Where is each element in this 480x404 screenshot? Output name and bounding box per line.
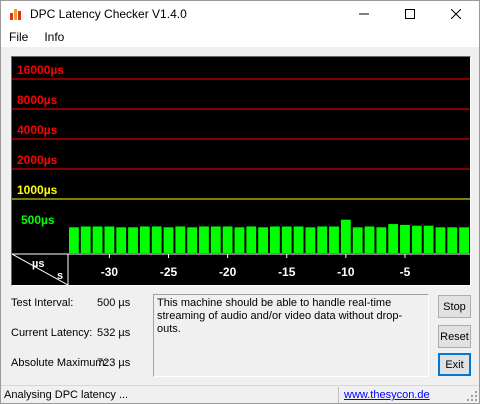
latency-bar xyxy=(459,227,469,253)
x-tick-label: -25 xyxy=(160,265,178,279)
latency-bar xyxy=(187,227,198,253)
menu-bar: File Info xyxy=(1,27,479,47)
menu-file[interactable]: File xyxy=(1,27,36,47)
latency-bar xyxy=(104,226,115,253)
latency-bar xyxy=(329,226,339,253)
latency-bar xyxy=(80,226,91,253)
minimize-icon xyxy=(359,13,369,15)
latency-bar xyxy=(352,227,363,253)
absolute-maximum-value: 723 µs xyxy=(97,357,131,369)
maximize-button[interactable] xyxy=(387,1,433,27)
latency-bar xyxy=(411,225,422,253)
exit-button[interactable]: Exit xyxy=(438,353,471,376)
app-window: DPC Latency Checker V1.4.0 File Info 160… xyxy=(0,0,480,404)
latency-bar xyxy=(210,226,221,253)
app-logo-icon xyxy=(10,9,21,20)
latency-chart: 16000µs 8000µs 4000µs 2000µs 1000µs 500µs µs s -… xyxy=(12,63,470,285)
resize-grip-icon[interactable] xyxy=(467,391,477,401)
latency-bar xyxy=(293,226,304,253)
latency-bar xyxy=(258,227,268,253)
maximize-icon xyxy=(405,9,415,19)
latency-bar xyxy=(69,227,79,253)
close-button[interactable] xyxy=(433,1,479,27)
title-bar[interactable]: DPC Latency Checker V1.4.0 xyxy=(1,1,479,27)
latency-bar xyxy=(199,226,209,253)
latency-bar xyxy=(246,226,257,253)
latency-bar xyxy=(423,225,434,253)
latency-bar xyxy=(317,226,328,253)
latency-bar xyxy=(270,226,280,253)
latency-bar xyxy=(364,226,375,253)
latency-bar xyxy=(376,227,387,253)
latency-graph: 16000µs 8000µs 4000µs 2000µs 1000µs 500µs µs s -… xyxy=(11,56,471,286)
latency-bar xyxy=(175,226,186,253)
y-tick-label: 4000µs xyxy=(17,123,58,137)
latency-bar xyxy=(92,226,103,253)
latency-bar xyxy=(116,227,127,253)
y-tick-label: 1000µs xyxy=(17,183,58,197)
latency-bar xyxy=(234,227,245,253)
status-message-box: This machine should be able to handle re… xyxy=(153,294,429,377)
x-tick-label: -10 xyxy=(337,265,355,279)
y-tick-label: 16000µs xyxy=(17,63,64,77)
latency-bar xyxy=(139,226,150,253)
y-tick-label: 8000µs xyxy=(17,93,58,107)
reset-button[interactable]: Reset xyxy=(438,325,471,348)
menu-info[interactable]: Info xyxy=(36,27,72,47)
absolute-maximum-label: Absolute Maximum: xyxy=(11,357,108,369)
latency-bar xyxy=(400,224,410,253)
latency-bar xyxy=(447,227,458,253)
latency-bar xyxy=(435,227,446,253)
status-bar: Analysing DPC latency ... www.thesycon.d… xyxy=(1,385,479,403)
close-icon xyxy=(451,9,461,19)
x-tick-label: -30 xyxy=(101,265,119,279)
x-unit-label: s xyxy=(57,270,63,282)
latency-bar xyxy=(151,226,162,253)
current-latency-value: 532 µs xyxy=(97,327,131,339)
x-tick-label: -20 xyxy=(219,265,237,279)
latency-bar xyxy=(305,227,316,253)
website-link[interactable]: www.thesycon.de xyxy=(344,389,430,401)
test-interval-label: Test Interval: xyxy=(11,297,74,309)
y-tick-label: 2000µs xyxy=(17,153,58,167)
test-interval-value: 500 µs xyxy=(97,297,131,309)
latency-bar xyxy=(340,219,351,253)
latency-bar xyxy=(281,226,292,253)
x-tick-label: -15 xyxy=(278,265,296,279)
latency-bar xyxy=(163,227,174,253)
y-unit-label: µs xyxy=(32,258,44,270)
latency-bar xyxy=(222,226,233,253)
window-title: DPC Latency Checker V1.4.0 xyxy=(30,7,187,21)
stop-button[interactable]: Stop xyxy=(438,295,471,318)
latency-bar xyxy=(388,224,399,253)
y-tick-label: 500µs xyxy=(21,213,55,227)
current-latency-label: Current Latency: xyxy=(11,327,93,339)
minimize-button[interactable] xyxy=(341,1,387,27)
status-separator xyxy=(338,387,339,403)
x-tick-label: -5 xyxy=(400,265,411,279)
latency-bar xyxy=(128,227,138,253)
status-text: Analysing DPC latency ... xyxy=(4,389,129,401)
